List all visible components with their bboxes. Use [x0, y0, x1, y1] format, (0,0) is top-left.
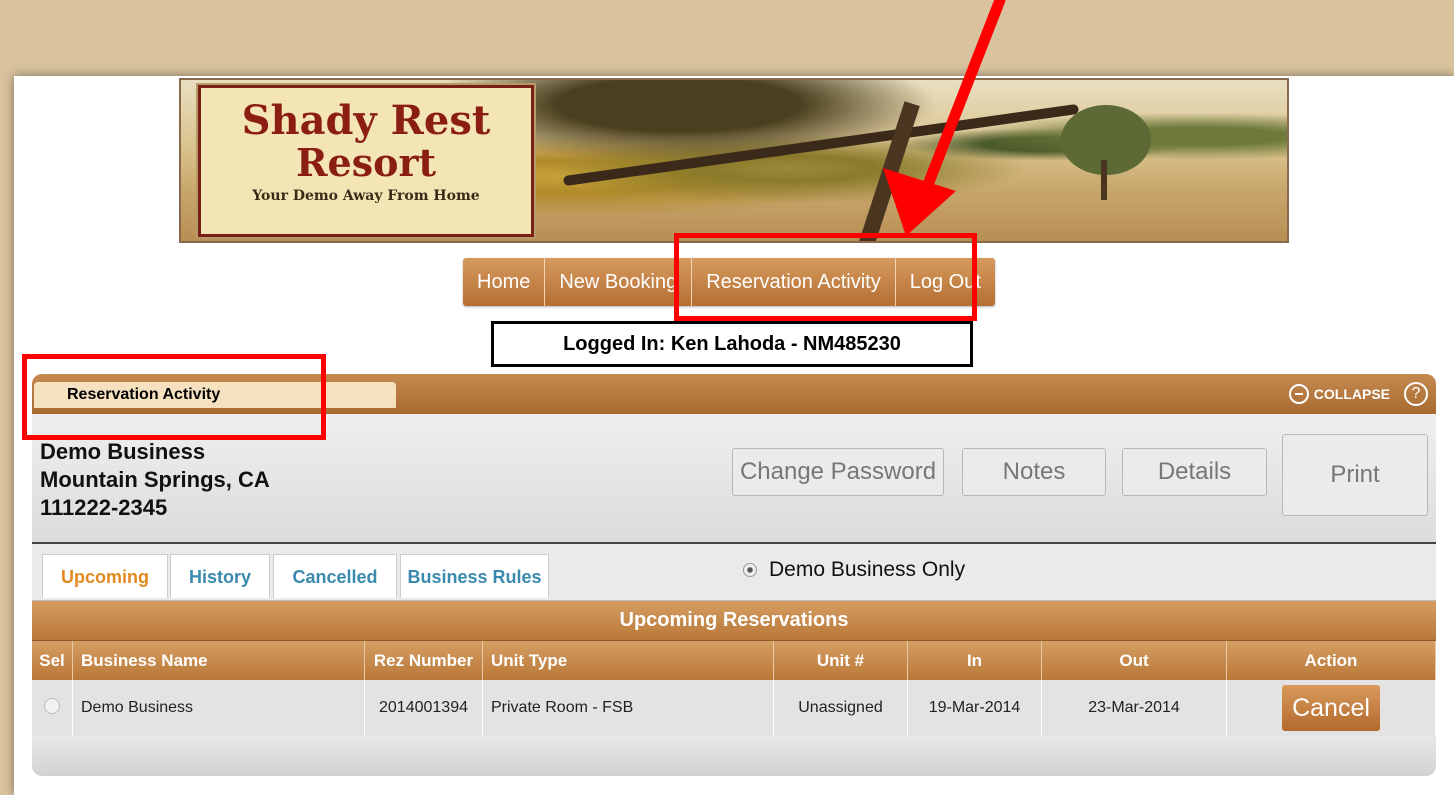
resort-banner: Shady Rest Resort Your Demo Away From Ho…: [179, 78, 1289, 243]
change-password-button[interactable]: Change Password: [732, 448, 944, 496]
logo-tagline: Your Demo Away From Home: [252, 188, 480, 204]
cell-business-name: Demo Business: [72, 680, 365, 736]
logged-in-status: Logged In: Ken Lahoda - NM485230: [491, 321, 973, 367]
annotation-box-nav: [674, 233, 977, 321]
business-details: Demo Business Mountain Springs, CA 11122…: [40, 438, 270, 522]
col-in: In: [907, 641, 1042, 680]
business-phone: 111222-2345: [40, 495, 168, 520]
banner-trunk: [858, 101, 920, 241]
cell-unit-type: Private Room - FSB: [482, 680, 774, 736]
col-business-name: Business Name: [72, 641, 365, 680]
panel-footer: [32, 736, 1436, 776]
print-button[interactable]: Print: [1282, 434, 1428, 516]
tab-upcoming[interactable]: Upcoming: [42, 554, 168, 598]
collapse-button[interactable]: COLLAPSE: [1288, 382, 1390, 406]
col-unit-type: Unit Type: [482, 641, 774, 680]
help-icon[interactable]: ?: [1404, 382, 1428, 406]
nav-home[interactable]: Home: [463, 258, 546, 306]
annotation-box-panel-tab: [22, 354, 326, 440]
cell-out-date: 23-Mar-2014: [1041, 680, 1227, 736]
table-header-row: Sel Business Name Rez Number Unit Type U…: [32, 641, 1436, 680]
banner-branch: [562, 103, 1080, 187]
cell-unit-number: Unassigned: [773, 680, 908, 736]
business-name: Demo Business: [40, 439, 206, 464]
table-row: Demo Business 2014001394 Private Room - …: [32, 680, 1436, 736]
col-rez-number: Rez Number: [364, 641, 483, 680]
minus-circle-icon: [1288, 384, 1309, 404]
logo-title-line2: Resort: [295, 140, 437, 185]
cell-action: Cancel: [1226, 680, 1436, 736]
upcoming-reservations-title: Upcoming Reservations: [32, 601, 1436, 641]
cell-in-date: 19-Mar-2014: [907, 680, 1042, 736]
row-select-cell: [32, 680, 73, 736]
col-sel: Sel: [32, 641, 73, 680]
col-out: Out: [1041, 641, 1227, 680]
tab-business-rules[interactable]: Business Rules: [400, 554, 549, 598]
filter-radio-demo-business-only[interactable]: Demo Business Only: [743, 558, 965, 582]
banner-distant-trunk: [1101, 160, 1107, 200]
reservations-table: Sel Business Name Rez Number Unit Type U…: [32, 641, 1436, 736]
collapse-label: COLLAPSE: [1313, 386, 1390, 402]
cancel-button[interactable]: Cancel: [1282, 685, 1380, 731]
logo-title-line1: Shady Rest: [241, 97, 491, 144]
row-select-radio[interactable]: [44, 697, 60, 714]
col-unit-number: Unit #: [773, 641, 908, 680]
tab-history[interactable]: History: [170, 554, 270, 598]
tab-cancelled[interactable]: Cancelled: [273, 554, 397, 598]
resort-logo: Shady Rest Resort Your Demo Away From Ho…: [196, 83, 536, 239]
notes-button[interactable]: Notes: [962, 448, 1106, 496]
filter-radio-label: Demo Business Only: [769, 558, 966, 581]
col-action: Action: [1226, 641, 1436, 680]
business-location: Mountain Springs, CA: [40, 467, 270, 492]
cell-rez-number: 2014001394: [364, 680, 483, 736]
tabs-row: Upcoming History Cancelled Business Rule…: [32, 544, 1436, 601]
details-button[interactable]: Details: [1122, 448, 1267, 496]
radio-selected-icon: [743, 563, 757, 577]
nav-new-booking[interactable]: New Booking: [545, 258, 693, 306]
